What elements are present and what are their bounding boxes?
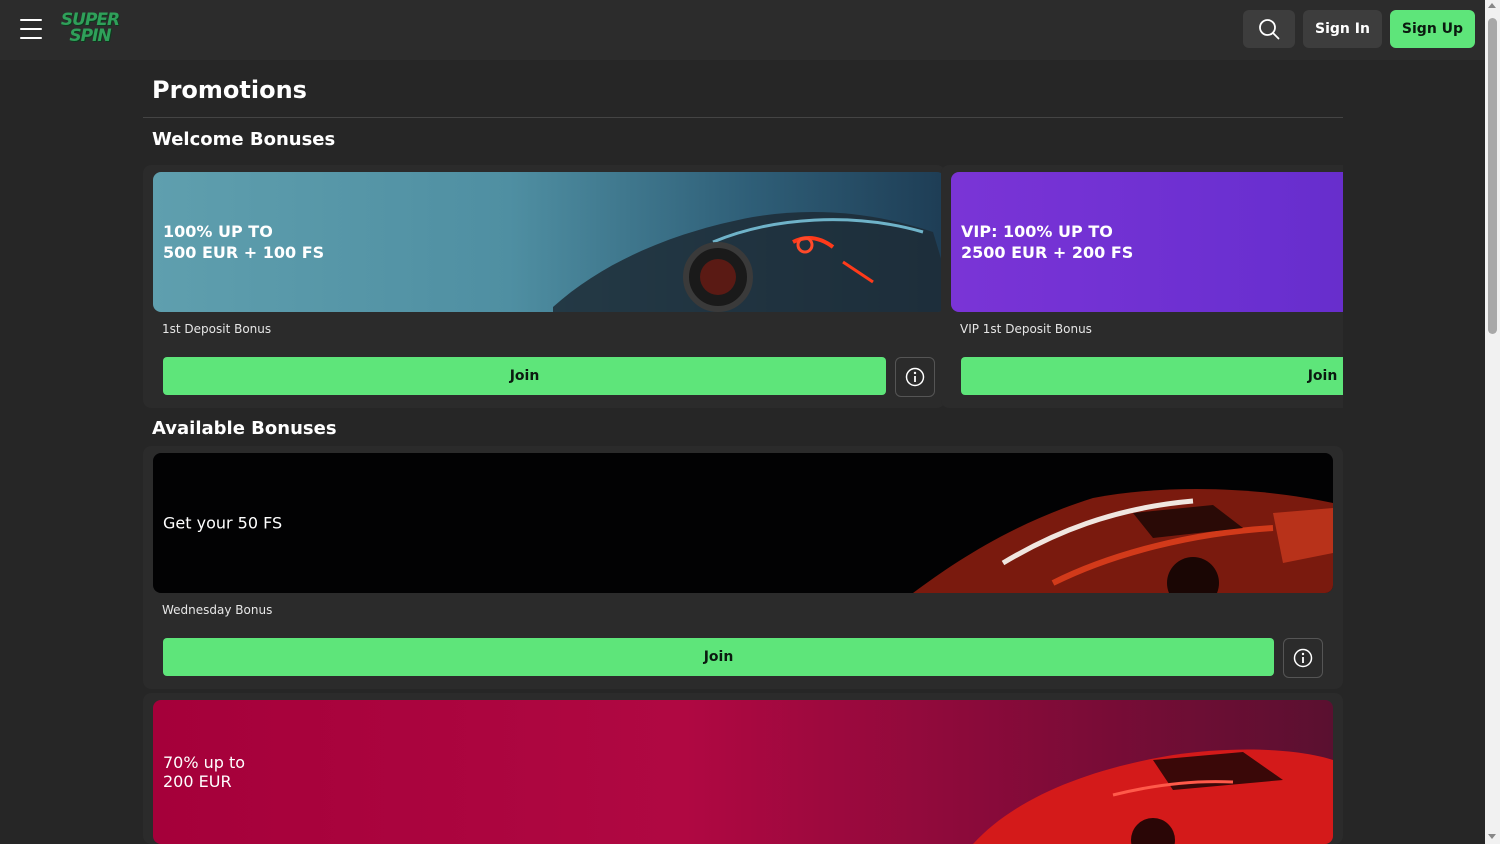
search-icon (1259, 19, 1280, 40)
bonus-banner-image: 70% up to 200 EUR (153, 700, 1333, 844)
title-divider (143, 117, 1343, 118)
bonus-banner-image: VIP: 100% UP TO 2500 EUR + 200 FS (951, 172, 1343, 312)
bonus-subtitle: 1st Deposit Bonus (162, 322, 272, 336)
bonus-card-vip-deposit: VIP: 100% UP TO 2500 EUR + 200 FS VIP 1s… (941, 165, 1343, 408)
info-icon (905, 367, 925, 387)
join-button[interactable]: Join (961, 357, 1343, 395)
top-header: SUPER SPIN Sign In Sign Up (0, 0, 1485, 60)
red-car-illustration (973, 749, 1333, 844)
bonus-banner-image: Get your 50 FS (153, 453, 1333, 593)
bonus-banner-image: 100% UP TO 500 EUR + 100 FS (153, 172, 945, 312)
hamburger-menu-icon[interactable] (20, 19, 42, 39)
page-scrollbar[interactable] (1485, 0, 1500, 844)
sign-in-button[interactable]: Sign In (1303, 10, 1382, 48)
bonus-card-wednesday: Get your 50 FS Wednesday Bonus Join (143, 446, 1343, 689)
bonus-banner-text: Get your 50 FS (163, 513, 283, 533)
welcome-bonuses-heading: Welcome Bonuses (152, 129, 336, 150)
bonus-banner-text: VIP: 100% UP TO 2500 EUR + 200 FS (961, 222, 1134, 262)
red-sports-car-illustration (913, 488, 1333, 593)
bonus-info-button[interactable] (1283, 638, 1323, 678)
bonus-info-button[interactable] (895, 357, 935, 397)
bonus-subtitle: Wednesday Bonus (162, 603, 273, 617)
superspin-logo[interactable]: SUPER SPIN (59, 12, 121, 48)
join-button[interactable]: Join (163, 638, 1274, 676)
logo-line-2: SPIN (69, 26, 111, 46)
bonus-banner-text: 70% up to 200 EUR (163, 753, 246, 791)
page-title: Promotions (152, 76, 307, 104)
search-button[interactable] (1243, 10, 1295, 48)
bonus-subtitle: VIP 1st Deposit Bonus (960, 322, 1092, 336)
welcome-bonuses-carousel[interactable]: 100% UP TO 500 EUR + 100 FS 1st Deposit … (143, 165, 1343, 410)
scrollbar-thumb[interactable] (1488, 18, 1497, 334)
join-button[interactable]: Join (163, 357, 886, 395)
scroll-up-arrow-icon[interactable] (1488, 3, 1496, 8)
bonus-banner-text: 100% UP TO 500 EUR + 100 FS (163, 222, 325, 262)
bonus-card-70-percent: 70% up to 200 EUR (143, 693, 1343, 844)
bonus-card-1st-deposit: 100% UP TO 500 EUR + 100 FS 1st Deposit … (143, 165, 945, 408)
scroll-down-arrow-icon[interactable] (1488, 834, 1496, 839)
info-icon (1293, 648, 1313, 668)
available-bonuses-heading: Available Bonuses (152, 418, 337, 439)
sign-up-button[interactable]: Sign Up (1390, 10, 1475, 48)
